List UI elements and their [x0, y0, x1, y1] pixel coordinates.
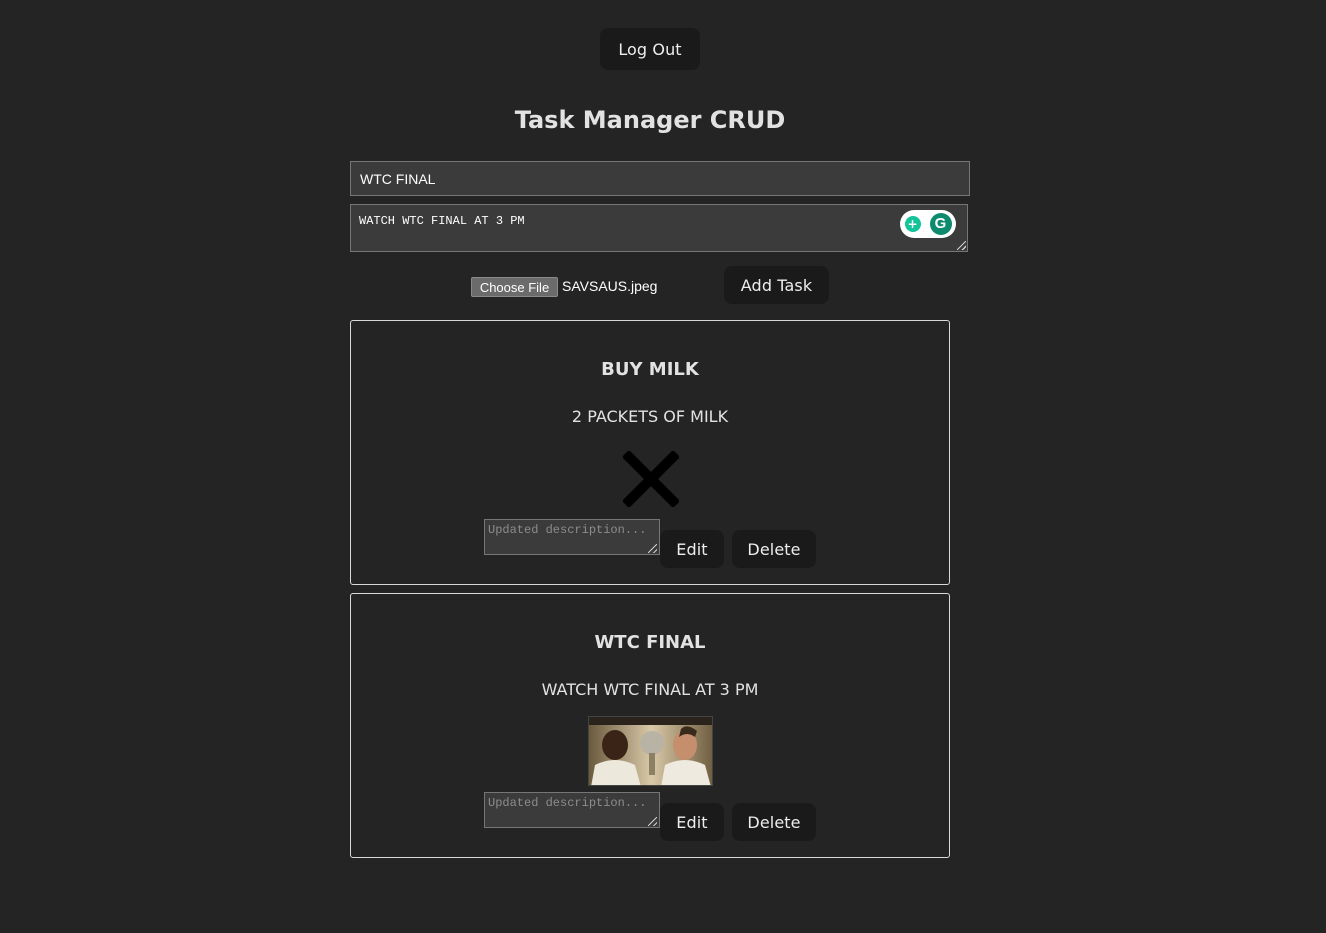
app-root: Log Out Task Manager CRUD WATCH WTC FINA… — [0, 0, 1326, 933]
task-title: BUY MILK — [601, 359, 699, 380]
resize-handle-icon[interactable] — [648, 817, 657, 826]
selected-file-name: SAVSAUS.jpeg — [562, 278, 658, 294]
task-description-input[interactable]: WATCH WTC FINAL AT 3 PM — [350, 204, 968, 252]
edit-button[interactable]: Edit — [660, 530, 724, 568]
grammarly-logo-icon[interactable]: G — [929, 213, 952, 235]
task-description: 2 PACKETS OF MILK — [571, 407, 729, 426]
task-card: WTC FINAL WATCH WTC FINAL AT 3 PM Update… — [350, 593, 950, 858]
task-photo-image — [589, 717, 712, 785]
logout-button[interactable]: Log Out — [600, 28, 700, 70]
task-photo — [588, 716, 713, 786]
lightbulb-icon[interactable]: + — [904, 216, 921, 232]
updated-description-input[interactable] — [484, 792, 660, 828]
delete-button[interactable]: Delete — [732, 803, 816, 841]
choose-file-button[interactable]: Choose File — [471, 277, 558, 297]
delete-button[interactable]: Delete — [732, 530, 816, 568]
grammarly-widget[interactable]: + G — [900, 210, 956, 238]
broken-image-icon — [623, 451, 679, 507]
edit-button[interactable]: Edit — [660, 803, 724, 841]
task-card: BUY MILK 2 PACKETS OF MILK Edit Delete — [350, 320, 950, 585]
add-task-button[interactable]: Add Task — [724, 266, 829, 304]
task-title-input[interactable] — [350, 161, 970, 196]
resize-handle-icon[interactable] — [957, 241, 966, 250]
resize-handle-icon[interactable] — [648, 544, 657, 553]
task-description: WATCH WTC FINAL AT 3 PM — [541, 680, 759, 699]
page-title: Task Manager CRUD — [514, 106, 786, 134]
updated-description-input[interactable] — [484, 519, 660, 555]
task-title: WTC FINAL — [594, 632, 706, 653]
